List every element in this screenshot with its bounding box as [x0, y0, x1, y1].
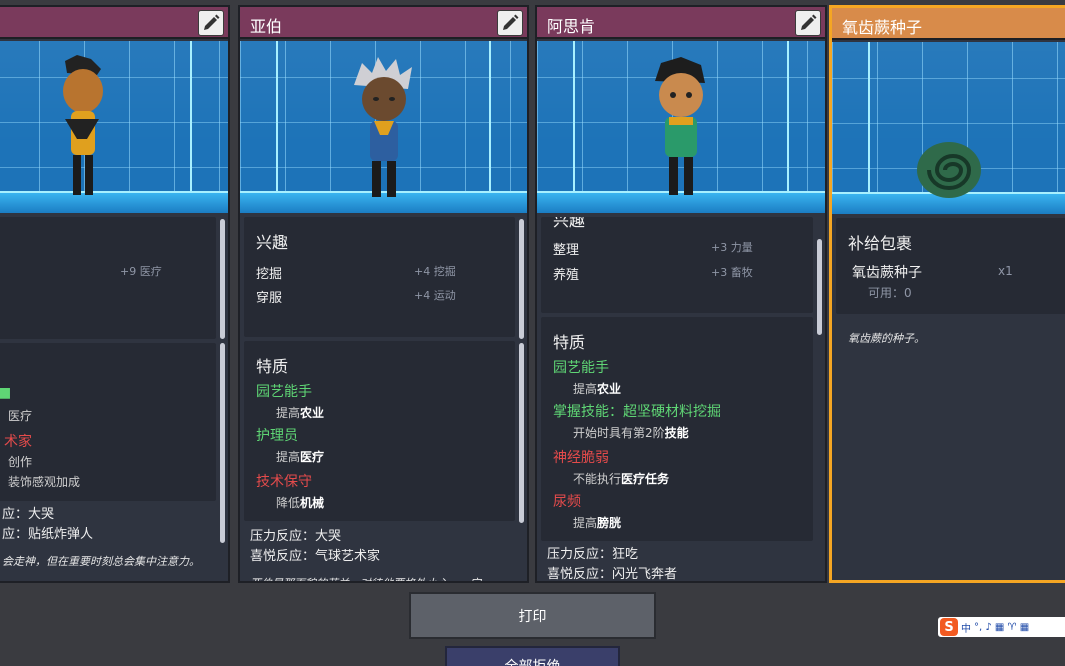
card-header: 亚伯: [240, 7, 527, 39]
package-portrait: [832, 42, 1065, 214]
interest-value: +4 运动: [414, 289, 456, 302]
interest-value: +4 挖掘: [414, 265, 456, 278]
scrollbar[interactable]: [220, 219, 225, 339]
interest-label: 穿服: [256, 291, 283, 306]
trait-desc: 装饰感观加成: [8, 475, 81, 489]
trait-desc: 提高医疗: [276, 450, 325, 464]
package-title: 补给包裹: [848, 234, 913, 253]
trait-name: 技术保守: [256, 474, 312, 490]
trait-name: 护理员: [256, 428, 298, 444]
edit-name-button[interactable]: [198, 10, 224, 36]
trait-name: 掌握技能：超坚硬材料挖掘: [553, 404, 721, 420]
traits-title: 特质: [256, 357, 289, 376]
stress-reaction: 应：大哭: [2, 507, 55, 522]
dupe-description: 亚伯是那面貌的芬兰，对待他要格外小心……完: [250, 575, 481, 581]
interest-label: 养殖: [553, 268, 580, 283]
scrollbar[interactable]: [817, 239, 822, 335]
package-item-name: 氧齿蕨种子: [852, 265, 922, 281]
dupe-portrait: [0, 41, 228, 213]
dupe-name: 阿思肯: [547, 17, 596, 36]
trait-desc: 提高农业: [276, 406, 325, 420]
interest-value: +3 力量: [711, 241, 753, 254]
edit-name-button[interactable]: [497, 10, 523, 36]
trait-name: 尿频: [553, 494, 581, 510]
traits-panel: 特质 园艺能手 提高农业 掌握技能：超坚硬材料挖掘 开始时具有第2阶技能 神经脆…: [541, 317, 813, 541]
card-header: 阿思肯: [537, 7, 825, 39]
ime-toolbar[interactable]: S 中 °, ♪ ▦ ♈ ▦: [938, 617, 1065, 637]
dupe-portrait: [240, 41, 527, 213]
traits-panel: ■ 医疗 术家 创作 装饰感观加成: [0, 343, 216, 501]
joy-reaction: 喜悦反应：气球艺术家: [250, 549, 381, 564]
trait-name: ■: [0, 385, 11, 401]
trait-name: 园艺能手: [256, 384, 312, 400]
trait-desc: 医疗: [8, 409, 33, 423]
interests-panel: 兴趣 整理 +3 力量 养殖 +3 畜牧: [541, 217, 813, 313]
pencil-icon: [204, 14, 220, 30]
dupe-portrait: [537, 41, 825, 213]
trait-name: 神经脆弱: [553, 450, 609, 466]
dupe-name: 亚伯: [250, 17, 283, 36]
card-header: [0, 7, 228, 39]
trait-desc: 降低机械: [276, 496, 325, 510]
joy-reaction: 应：贴纸炸弹人: [2, 527, 94, 542]
interests-panel: 兴趣 挖掘 +4 挖掘 穿服 +4 运动: [244, 217, 515, 337]
trait-desc: 创作: [8, 455, 33, 469]
trait-name: 术家: [4, 434, 32, 450]
sogou-logo-icon: S: [940, 618, 958, 636]
traits-title: 特质: [553, 333, 586, 352]
dupe-card-3[interactable]: 阿思肯 兴趣 整理 +3 力量 养殖 +3 畜牧 特质 园艺能手 提高农业 掌握…: [535, 5, 827, 583]
dupe-card-2[interactable]: 亚伯 兴趣 挖掘 +4 挖掘 穿服 +4 运动 特质 园艺能手 提高农业 护理员…: [238, 5, 529, 583]
interests-panel: +9 医疗: [0, 217, 216, 339]
interest-label: 挖掘: [256, 267, 283, 282]
dupe-description: 会走神，但在重要时刻总会集中注意力。: [2, 555, 200, 568]
print-button[interactable]: 打印: [409, 592, 656, 639]
trait-name: 园艺能手: [553, 360, 609, 376]
edit-name-button[interactable]: [795, 10, 821, 36]
pencil-icon: [801, 14, 817, 30]
package-description: 氧齿蕨的种子。: [848, 332, 925, 345]
ime-mode-label[interactable]: 中: [961, 620, 971, 635]
scrollbar[interactable]: [519, 219, 524, 339]
scrollbar[interactable]: [519, 343, 524, 523]
trait-desc: 不能执行医疗任务: [573, 472, 670, 486]
traits-panel: 特质 园艺能手 提高农业 护理员 提高医疗 技术保守 降低机械: [244, 341, 515, 521]
duplicant-figure: [63, 55, 103, 195]
interests-title: 兴趣: [256, 233, 289, 252]
joy-reaction: 喜悦反应：闪光飞奔者: [547, 567, 678, 582]
trait-desc: 提高农业: [573, 382, 622, 396]
stress-reaction: 压力反应：狂吃: [547, 547, 639, 562]
package-panel: 补给包裹 氧齿蕨种子 x1 可用：0: [836, 218, 1065, 314]
dupe-card-1[interactable]: +9 医疗 ■ 医疗 术家 创作 装饰感观加成 应：大哭 应：贴纸炸弹人 会走神…: [0, 5, 230, 583]
interests-title: 兴趣: [553, 217, 586, 230]
trait-desc: 提高膀胱: [573, 516, 622, 530]
interest-value: +9 医疗: [120, 265, 162, 278]
card-header: 氧齿蕨种子: [832, 8, 1065, 40]
duplicant-figure: [655, 57, 705, 195]
ime-tool-icons[interactable]: °, ♪ ▦ ♈ ▦: [974, 622, 1029, 633]
trait-desc: 开始时具有第2阶技能: [573, 426, 689, 440]
duplicant-figure: [353, 57, 412, 197]
reject-all-button[interactable]: 全部拒绝: [445, 646, 620, 666]
scrollbar[interactable]: [220, 343, 225, 543]
package-available: 可用：0: [868, 286, 912, 300]
package-item-qty: x1: [998, 264, 1013, 278]
interest-value: +3 畜牧: [711, 266, 753, 279]
stress-reaction: 压力反应：大哭: [250, 529, 342, 544]
seed-icon: [917, 142, 981, 198]
package-name: 氧齿蕨种子: [842, 18, 923, 37]
pencil-icon: [503, 14, 519, 30]
package-card[interactable]: 氧齿蕨种子 补给包裹 氧齿蕨种子 x1 可用：0 氧齿蕨的种子。: [829, 5, 1065, 583]
interest-label: 整理: [553, 243, 580, 258]
